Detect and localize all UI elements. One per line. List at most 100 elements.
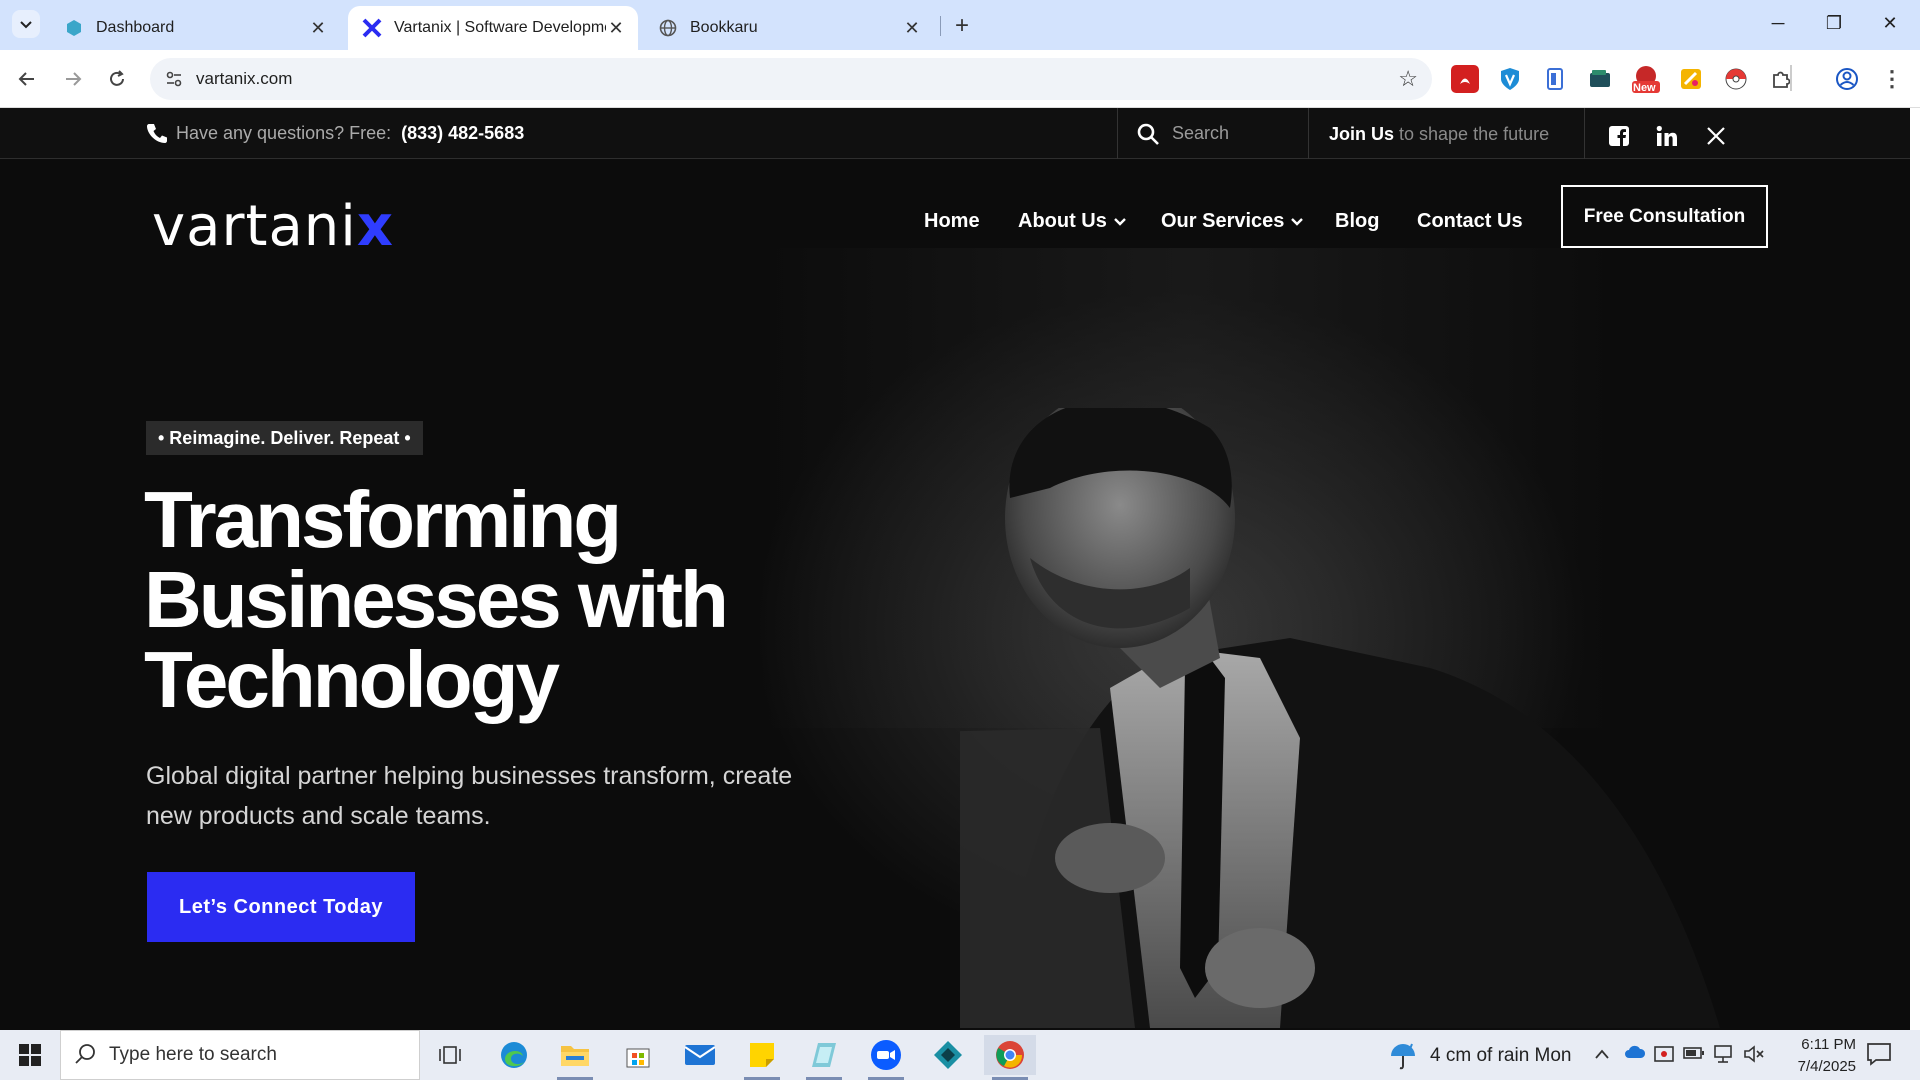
- browser-toolbar: vartanix.com ☆ New ⋮: [0, 50, 1920, 108]
- chevron-down-icon: [1290, 214, 1304, 230]
- phone-icon: [147, 124, 167, 143]
- network-icon[interactable]: [1713, 1044, 1735, 1069]
- arrow-left-icon: [18, 72, 34, 86]
- clock-time: 6:11 PM: [1801, 1036, 1856, 1053]
- headline-line: Transforming: [144, 475, 622, 564]
- phone-number-link[interactable]: (833) 482-5683: [401, 123, 524, 144]
- nav-home[interactable]: Home: [924, 210, 980, 233]
- file-explorer-icon[interactable]: [549, 1035, 601, 1080]
- tab-separator: [940, 16, 941, 36]
- dashboard-favicon-icon: [64, 18, 84, 38]
- nav-blog[interactable]: Blog: [1335, 210, 1379, 233]
- nav-contact-us[interactable]: Contact Us: [1417, 210, 1523, 233]
- close-tab-icon[interactable]: ✕: [606, 18, 626, 38]
- site-settings-icon[interactable]: [164, 69, 184, 89]
- join-us-bold: Join Us: [1329, 124, 1395, 144]
- join-us-link[interactable]: Join Us to shape the future: [1329, 124, 1549, 145]
- x-twitter-icon[interactable]: [1704, 124, 1728, 148]
- chrome-browser-icon[interactable]: [984, 1035, 1036, 1080]
- restore-window-button[interactable]: ❐: [1806, 0, 1862, 46]
- forward-button[interactable]: [58, 64, 88, 94]
- hero-headline: Transforming Businesses with Technology: [144, 480, 864, 720]
- nav-blog-label: Blog: [1335, 210, 1380, 232]
- chevron-down-icon: [20, 21, 32, 29]
- meet-now-icon[interactable]: [1653, 1044, 1675, 1069]
- linkedin-icon[interactable]: [1655, 124, 1679, 148]
- nav-contact-label: Contact Us: [1417, 210, 1523, 232]
- pdf-extension-icon[interactable]: [1451, 65, 1479, 93]
- weather-text: 4 cm of rain Mon: [1430, 1045, 1572, 1066]
- search-icon: [1137, 123, 1159, 145]
- bookmark-star-icon[interactable]: ☆: [1398, 66, 1418, 92]
- document-extension-icon[interactable]: [1541, 65, 1569, 93]
- task-view-icon[interactable]: [424, 1035, 476, 1075]
- top-bar-divider: [1584, 108, 1585, 159]
- url-text: vartanix.com: [196, 69, 293, 88]
- back-button[interactable]: [12, 64, 42, 94]
- microsoft-store-icon[interactable]: [612, 1035, 664, 1075]
- lets-connect-button[interactable]: Let’s Connect Today: [147, 872, 415, 942]
- windows-start-button[interactable]: [10, 1040, 50, 1070]
- free-consultation-button[interactable]: Free Consultation: [1561, 185, 1768, 248]
- profile-avatar-icon[interactable]: [1833, 65, 1861, 93]
- system-clock[interactable]: 6:11 PM 7/4/2025: [1776, 1034, 1856, 1078]
- facebook-icon[interactable]: [1607, 124, 1631, 148]
- taskbar-search-box[interactable]: Type here to search: [60, 1030, 420, 1080]
- web-page: Have any questions? Free: (833) 482-5683…: [0, 108, 1910, 1030]
- site-search[interactable]: Search: [1118, 108, 1308, 159]
- volume-muted-icon[interactable]: [1743, 1044, 1765, 1069]
- tab-bookkaru[interactable]: Bookkaru ✕: [644, 6, 934, 50]
- pokeball-extension-icon[interactable]: [1722, 65, 1750, 93]
- edge-browser-icon[interactable]: [488, 1035, 540, 1075]
- onedrive-cloud-icon[interactable]: [1624, 1044, 1646, 1065]
- address-bar[interactable]: vartanix.com ☆: [150, 58, 1432, 100]
- extension-badge-text: New: [1633, 82, 1656, 94]
- nav-our-services[interactable]: Our Services: [1161, 210, 1304, 233]
- close-tab-icon[interactable]: ✕: [902, 18, 922, 38]
- tab-vartanix[interactable]: Vartanix | Software Developmen ✕: [348, 6, 638, 50]
- reload-icon: [110, 70, 124, 86]
- hero-tagline: • Reimagine. Deliver. Repeat •: [146, 421, 423, 455]
- reload-button[interactable]: [102, 64, 132, 94]
- vartanix-logo[interactable]: vartanix: [152, 194, 394, 259]
- toolbar-divider: [1790, 65, 1792, 91]
- minimize-window-button[interactable]: ─: [1750, 0, 1806, 46]
- zoom-app-icon[interactable]: [860, 1035, 912, 1080]
- tab-search-dropdown-button[interactable]: [12, 10, 40, 38]
- notepad-app-icon[interactable]: [798, 1035, 850, 1080]
- shield-extension-icon[interactable]: [1496, 65, 1524, 93]
- headline-line: Technology: [144, 635, 560, 724]
- close-tab-icon[interactable]: ✕: [308, 18, 328, 38]
- battery-icon[interactable]: [1683, 1044, 1705, 1065]
- hero-subtext: Global digital partner helping businesse…: [146, 762, 793, 830]
- globe-icon: [658, 18, 678, 38]
- weather-widget[interactable]: 4 cm of rain Mon: [1388, 1042, 1572, 1070]
- mail-icon[interactable]: [674, 1035, 726, 1075]
- nav-about-us[interactable]: About Us: [1018, 210, 1127, 233]
- yellow-extension-icon[interactable]: [1677, 65, 1705, 93]
- nav-services-label: Our Services: [1161, 210, 1285, 232]
- page-scrollbar[interactable]: [1910, 108, 1920, 1030]
- vartanix-favicon-icon: [362, 18, 382, 38]
- search-icon: [75, 1043, 97, 1071]
- tab-title: Bookkaru: [690, 19, 758, 36]
- tab-title: Vartanix | Software Developmen: [394, 19, 606, 36]
- browser-tab-bar: Dashboard ✕ Vartanix | Software Developm…: [0, 0, 1920, 50]
- windows-taskbar: Type here to search 4 cm of rain Mon 6:1…: [0, 1030, 1920, 1080]
- new-badge-extension-icon[interactable]: New: [1630, 65, 1662, 94]
- search-placeholder: Search: [1172, 123, 1230, 143]
- chevron-down-icon: [1113, 214, 1127, 230]
- headline-line: Businesses with: [144, 555, 729, 644]
- notification-center-icon[interactable]: [1866, 1042, 1892, 1066]
- site-top-bar: Have any questions? Free: (833) 482-5683…: [0, 108, 1910, 159]
- nav-about-label: About Us: [1018, 210, 1107, 232]
- sticky-notes-icon[interactable]: [736, 1035, 788, 1080]
- browser-menu-icon[interactable]: ⋮: [1878, 65, 1906, 93]
- close-window-button[interactable]: ✕: [1862, 0, 1918, 46]
- show-hidden-icons-chevron-icon[interactable]: [1594, 1044, 1610, 1065]
- tab-dashboard[interactable]: Dashboard ✕: [50, 6, 340, 50]
- diamond-app-icon[interactable]: [922, 1035, 974, 1075]
- wallet-extension-icon[interactable]: [1586, 65, 1614, 93]
- new-tab-button[interactable]: +: [948, 12, 976, 40]
- logo-text: vartani: [152, 194, 357, 259]
